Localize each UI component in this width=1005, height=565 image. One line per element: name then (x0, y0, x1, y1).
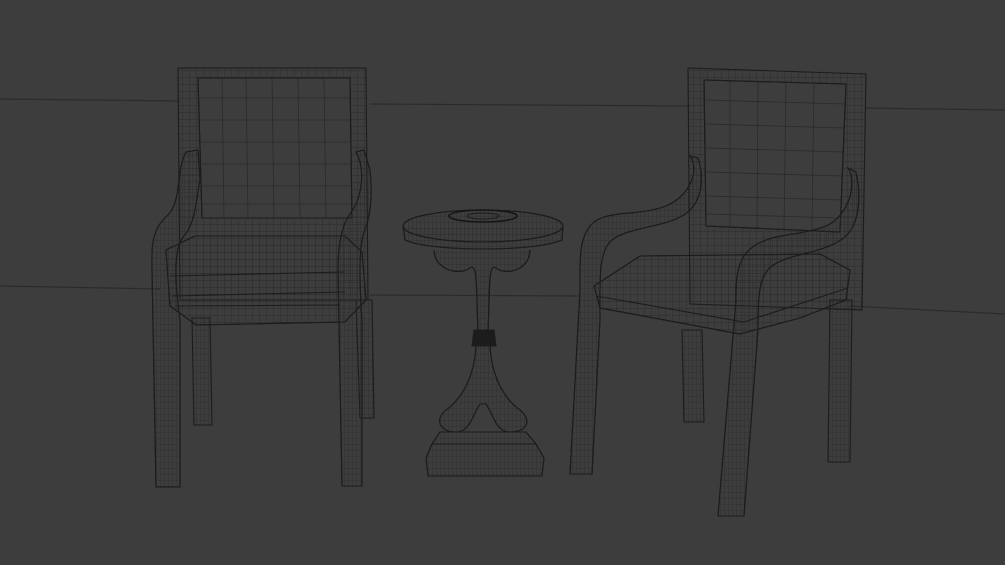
3d-viewport[interactable] (0, 0, 1005, 565)
right-armchair (569, 67, 867, 517)
wireframe-render (0, 67, 1005, 517)
left-armchair (151, 67, 375, 488)
round-side-table (402, 209, 564, 477)
